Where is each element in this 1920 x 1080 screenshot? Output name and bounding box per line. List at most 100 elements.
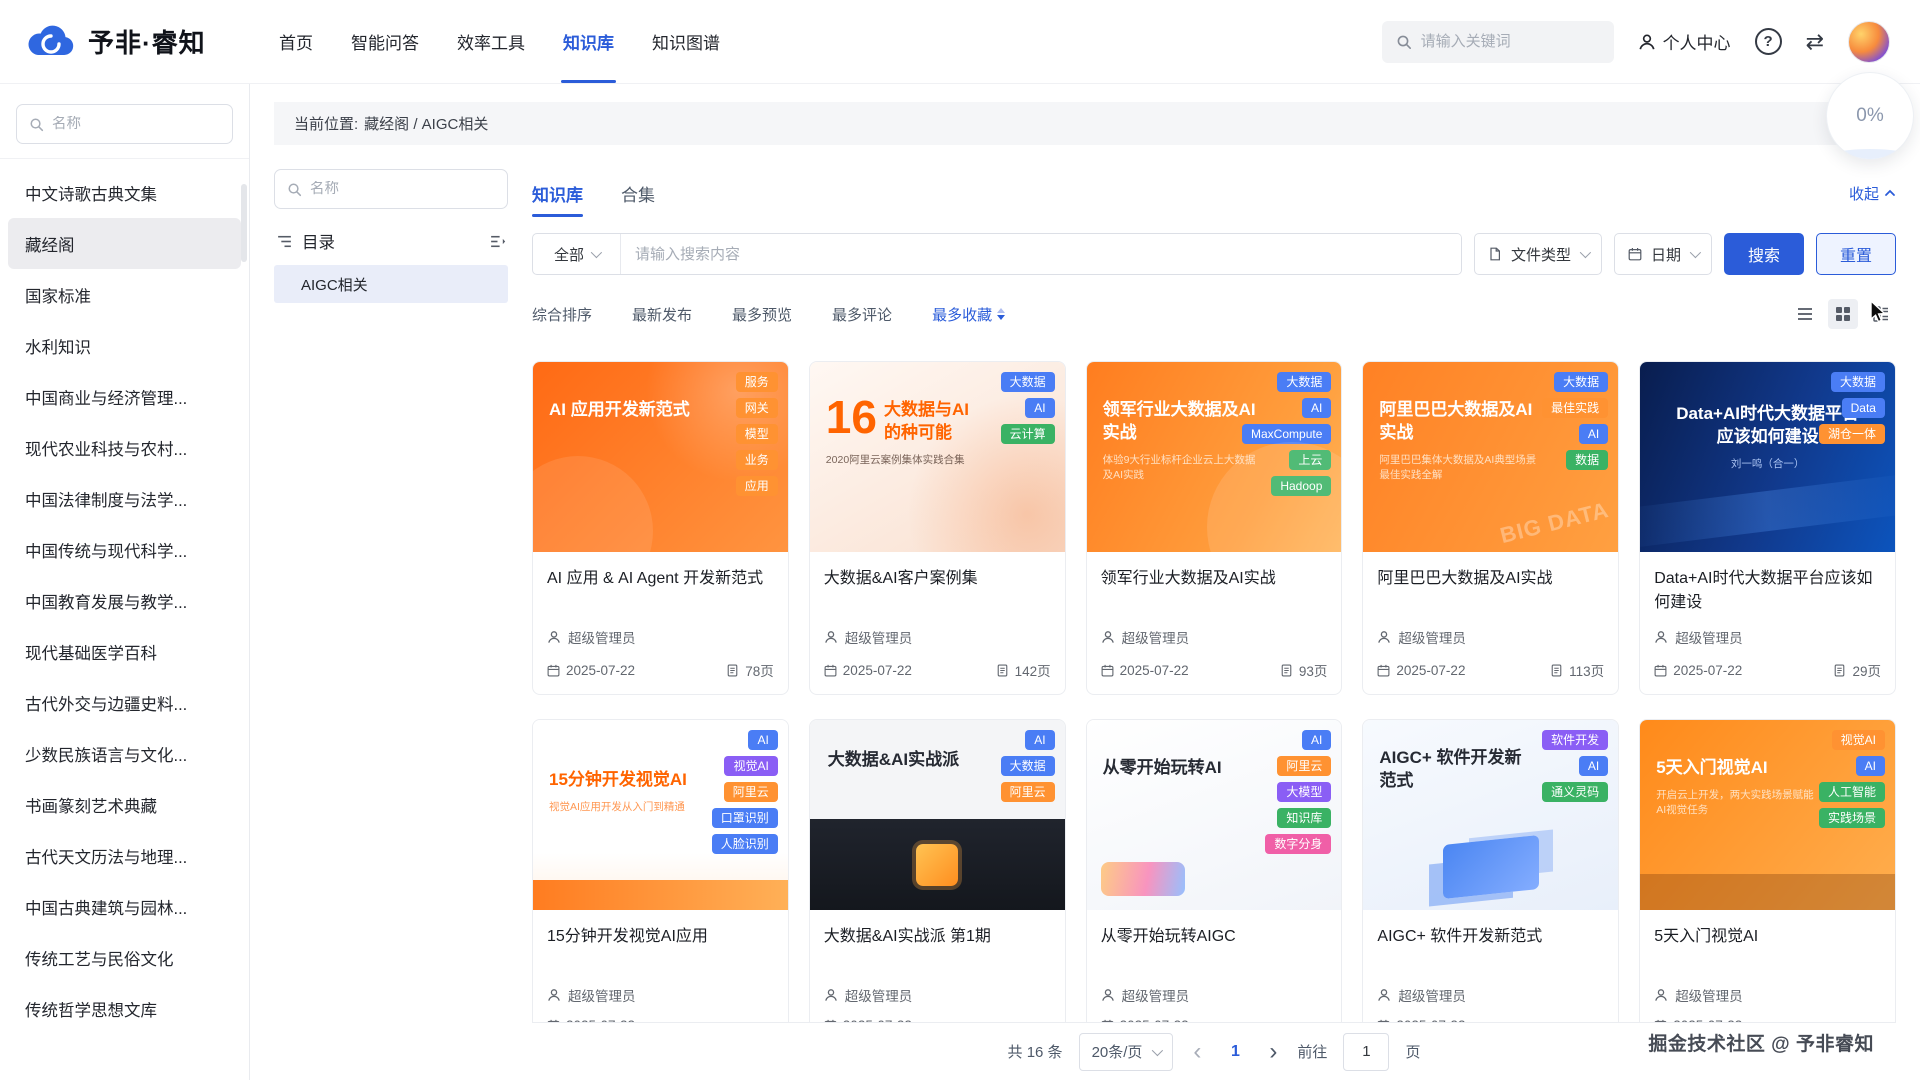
cover-tag: 知识库 (1277, 808, 1331, 828)
cover-tag: 大数据 (1831, 372, 1885, 392)
sort-item[interactable]: 综合排序 (532, 304, 592, 325)
card-cover: 从零开始玩转AI AI阿里云大模型知识库数字分身 (1087, 720, 1342, 910)
person-icon (1377, 630, 1391, 644)
avatar[interactable] (1848, 21, 1890, 63)
sidebar-item[interactable]: 传统工艺与民俗文化 (8, 932, 241, 983)
knowledge-card[interactable]: 从零开始玩转AI AI阿里云大模型知识库数字分身 从零开始玩转AIGC 超级管理… (1086, 719, 1343, 1053)
knowledge-card[interactable]: AI 应用开发新范式 服务网关模型业务应用 AI 应用 & AI Agent 开… (532, 361, 789, 695)
pages-icon (1280, 664, 1293, 677)
card-pages: 113页 (1550, 660, 1604, 680)
sidebar-item[interactable]: 书画篆刻艺术典藏 (8, 779, 241, 830)
nav-item[interactable]: 知识库 (544, 0, 633, 83)
view-card-icon[interactable] (1866, 299, 1896, 329)
person-icon (1101, 630, 1115, 644)
cover-tag: AI (1579, 424, 1608, 444)
knowledge-card[interactable]: 5天入门视觉AI 开启云上开发，两大实践场景赋能AI视觉任务 视觉AIAI人工智… (1639, 719, 1896, 1053)
cover-sub: 2020阿里云案例集体实践合集 (826, 453, 985, 468)
knowledge-card[interactable]: 15分钟开发视觉AI 视觉AI应用开发从入门到精通 AI视觉AI阿里云口罩识别人… (532, 719, 789, 1053)
knowledge-card[interactable]: Data+AI时代大数据平台应该如何建设 刘一鸣（合一） 大数据Data湖仓一体… (1639, 361, 1896, 695)
nav-item[interactable]: 智能问答 (332, 0, 438, 83)
knowledge-card[interactable]: AIGC+ 软件开发新范式 软件开发AI通义灵码 AIGC+ 软件开发新范式 超… (1362, 719, 1619, 1053)
collapse-toggle[interactable]: 收起 (1849, 183, 1896, 204)
sidebar-search-input[interactable] (52, 116, 220, 132)
sidebar-item[interactable]: 中国传统与现代科学... (8, 524, 241, 575)
nav-item[interactable]: 首页 (260, 0, 332, 83)
logo-cloud-icon (26, 25, 76, 59)
sidebar-item[interactable]: 中国教育发展与教学... (8, 575, 241, 626)
next-page-button[interactable] (1265, 1040, 1281, 1064)
view-list-icon[interactable] (1790, 299, 1820, 329)
search-button[interactable]: 搜索 (1724, 233, 1804, 275)
progress-widget[interactable]: 0% (1826, 72, 1914, 160)
sort-item[interactable]: 最多预览 (732, 304, 792, 325)
sort-item[interactable]: 最新发布 (632, 304, 692, 325)
cover-tag: 最佳实践 (1542, 398, 1608, 418)
sidebar-item[interactable]: 现代农业科技与农村... (8, 422, 241, 473)
sort-item-label: 最新发布 (632, 304, 692, 325)
sidebar-item[interactable]: 中文诗歌古典文集 (8, 167, 241, 218)
cover-tag: 实践场景 (1819, 808, 1885, 828)
sidebar-item[interactable]: 古代天文历法与地理... (8, 830, 241, 881)
sort-item[interactable]: 最多收藏 (932, 304, 1005, 325)
progress-value: 0% (1856, 105, 1883, 127)
tab[interactable]: 合集 (621, 169, 655, 217)
file-type-select[interactable]: 文件类型 (1474, 233, 1602, 275)
catalog-item[interactable]: AIGC相关 (274, 265, 508, 303)
sort-item-label: 最多收藏 (932, 304, 992, 325)
card-date: 2025-07-22 (1654, 663, 1742, 678)
sidebar-item[interactable]: 少数民族语言与文化... (8, 728, 241, 779)
knowledge-card[interactable]: 阿里巴巴大数据及AI实战 阿里巴巴集体大数据及AI典型场景最佳实践全解 BIG … (1362, 361, 1619, 695)
card-author: 超级管理员 (1122, 985, 1190, 1005)
view-grid-icon[interactable] (1828, 299, 1858, 329)
card-author-row: 超级管理员 (1640, 980, 1895, 1010)
sort-item-label: 最多预览 (732, 304, 792, 325)
sort-item[interactable]: 最多评论 (832, 304, 892, 325)
scrollbar-thumb[interactable] (241, 184, 247, 262)
switch-icon[interactable] (1806, 29, 1824, 55)
global-search[interactable] (1382, 21, 1614, 63)
date-select[interactable]: 日期 (1614, 233, 1712, 275)
card-cover: 领军行业大数据及AI实战 体验9大行业标杆企业云上大数据及AI实践 大数据AIM… (1087, 362, 1342, 552)
nav-item[interactable]: 知识图谱 (633, 0, 739, 83)
current-page[interactable]: 1 (1221, 1043, 1249, 1061)
content-search-input[interactable] (621, 234, 1461, 274)
sidebar-item[interactable]: 中国法律制度与法学... (8, 473, 241, 524)
knowledge-card[interactable]: 大数据&AI实战派 AI大数据阿里云 大数据&AI实战派 第1期 超级管理员 2… (809, 719, 1066, 1053)
catalog-search-input[interactable] (310, 181, 495, 197)
nav-item[interactable]: 效率工具 (438, 0, 544, 83)
card-author: 超级管理员 (1675, 985, 1743, 1005)
nav-item-label: 知识图谱 (652, 29, 720, 54)
card-date-text: 2025-07-22 (1673, 663, 1742, 678)
tab[interactable]: 知识库 (532, 169, 583, 217)
global-search-input[interactable] (1421, 33, 1600, 50)
card-pages-text: 78页 (745, 660, 774, 680)
sidebar-item[interactable]: 中国商业与经济管理... (8, 371, 241, 422)
card-author: 超级管理员 (1122, 627, 1190, 647)
cover-title: 大数据&AI实战派 (828, 748, 985, 771)
help-icon[interactable] (1755, 28, 1782, 55)
card-title: 大数据&AI客户案例集 (810, 552, 1065, 622)
content-area: 当前位置: 藏经阁 / AIGC相关 目录 AIGC相关 知识库 合集 (250, 84, 1920, 1080)
card-cover: 大数据&AI实战派 AI大数据阿里云 (810, 720, 1065, 910)
brand[interactable]: 予非·睿知 (26, 23, 260, 60)
reset-button[interactable]: 重置 (1816, 233, 1896, 275)
knowledge-card[interactable]: 领军行业大数据及AI实战 体验9大行业标杆企业云上大数据及AI实践 大数据AIM… (1086, 361, 1343, 695)
sidebar-item[interactable]: 传统哲学思想文库 (8, 983, 241, 1034)
sidebar-item[interactable]: 古代外交与边疆史料... (8, 677, 241, 728)
sidebar-search[interactable] (16, 104, 233, 144)
sidebar-item[interactable]: 现代基础医学百科 (8, 626, 241, 677)
sidebar-item[interactable]: 中国古典建筑与园林... (8, 881, 241, 932)
goto-page-input[interactable] (1343, 1033, 1389, 1071)
sidebar-item-label: 古代外交与边疆史料... (25, 691, 187, 715)
sidebar-item[interactable]: 国家标准 (8, 269, 241, 320)
catalog-search[interactable] (274, 169, 508, 209)
sidebar-item[interactable]: 藏经阁 (8, 218, 241, 269)
knowledge-card[interactable]: 16 大数据与AI的种可能 2020阿里云案例集体实践合集 大数据AI云计算 大… (809, 361, 1066, 695)
user-center-link[interactable]: 个人中心 (1638, 29, 1731, 54)
cat_panel: 目录 AIGC相关 (274, 169, 508, 1080)
prev-page-button[interactable] (1189, 1040, 1205, 1064)
scope-select[interactable]: 全部 (533, 234, 621, 274)
sidebar-item[interactable]: 水利知识 (8, 320, 241, 371)
collapse-all-icon[interactable] (489, 233, 506, 250)
page-size-select[interactable]: 20条/页 (1079, 1033, 1174, 1071)
